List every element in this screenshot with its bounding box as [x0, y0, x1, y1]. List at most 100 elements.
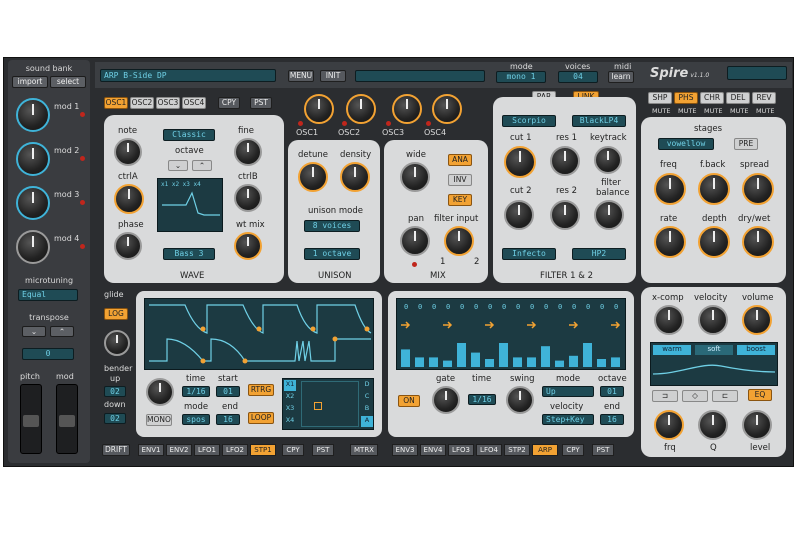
wave-type-display[interactable]: Classic [163, 129, 215, 141]
mode-display[interactable]: mono 1 [496, 71, 546, 83]
arp-octave-display[interactable]: 01 [600, 386, 624, 397]
voices-display[interactable]: 04 [558, 71, 598, 83]
detune-knob[interactable] [298, 162, 328, 192]
mute-phs[interactable]: MUTE [678, 107, 696, 115]
eq-button[interactable]: EQ [748, 389, 772, 401]
cut2-knob[interactable] [504, 200, 534, 230]
gate-knob[interactable] [432, 386, 460, 414]
transpose-down-button[interactable]: ⌄ [22, 326, 46, 337]
filter-balance-knob[interactable] [594, 200, 624, 230]
key-button[interactable]: KEY [448, 194, 472, 206]
mute-chr[interactable]: MUTE [704, 107, 722, 115]
arp-step-arrow[interactable] [401, 321, 411, 329]
res2-knob[interactable] [550, 200, 580, 230]
x4-button[interactable]: X4 [284, 416, 296, 427]
pitch-wheel[interactable] [20, 384, 42, 454]
menu-button[interactable]: MENU [288, 70, 314, 82]
filter2-type-display[interactable]: Infecto [502, 248, 556, 260]
soft-button[interactable]: soft [695, 345, 733, 355]
tab-env1[interactable]: ENV1 [138, 444, 164, 456]
b-button[interactable]: C [361, 392, 373, 403]
swing-knob[interactable] [506, 386, 534, 414]
fine-knob[interactable] [234, 138, 262, 166]
ctrlB-knob[interactable] [234, 184, 262, 212]
arp-step-bar[interactable] [527, 357, 536, 367]
tab-env2[interactable]: ENV2 [166, 444, 192, 456]
tab-lfo3[interactable]: LFO3 [448, 444, 474, 456]
arp-step-bar[interactable] [597, 359, 606, 367]
tab-rev[interactable]: REV [752, 92, 776, 104]
inv-button[interactable]: INV [448, 174, 472, 186]
velocity-knob[interactable] [698, 305, 728, 335]
tab-osc1[interactable]: OSC1 [104, 97, 128, 109]
mod-wheel[interactable] [56, 384, 78, 454]
tab-lfo4[interactable]: LFO4 [476, 444, 502, 456]
volume-knob[interactable] [742, 305, 772, 335]
loop-button[interactable]: LOOP [248, 412, 274, 424]
arp-step-bar[interactable] [611, 357, 620, 367]
tab-osc4[interactable]: OSC4 [182, 97, 206, 109]
arp-step-arrow[interactable] [485, 321, 495, 329]
arp-step-bar[interactable] [485, 359, 494, 367]
bender-up-display[interactable]: 02 [104, 386, 126, 397]
unison-mode-display[interactable]: 8 voices [304, 220, 360, 232]
a-button[interactable]: D [361, 380, 373, 391]
step-rate-knob[interactable] [146, 378, 174, 406]
warm-button[interactable]: warm [653, 345, 691, 355]
arp-step-bar[interactable] [499, 343, 508, 367]
osc-copy-button[interactable]: CPY [218, 97, 240, 109]
tab-env4[interactable]: ENV4 [420, 444, 446, 456]
arp-step-arrow[interactable] [527, 321, 537, 329]
tab-stp2[interactable]: STP2 [504, 444, 530, 456]
step-mode-display[interactable]: spos [182, 414, 210, 425]
arp-velocity-display[interactable]: Step+Key [542, 414, 594, 425]
rtrg-button[interactable]: RTRG [248, 384, 274, 396]
mono-button[interactable]: MONO [146, 414, 172, 426]
arp-step-bar[interactable] [569, 355, 578, 367]
mod2-knob[interactable] [16, 142, 50, 176]
tab-stp1[interactable]: STP1 [250, 444, 276, 456]
wide-knob[interactable] [400, 162, 430, 192]
x3-button[interactable]: X3 [284, 404, 296, 415]
x1-button[interactable]: X1 [284, 380, 296, 391]
osc4-level-knob[interactable] [432, 94, 462, 124]
unison-octave-display[interactable]: 1 octave [304, 248, 360, 260]
boost-button[interactable]: boost [737, 345, 775, 355]
tab-arp[interactable]: ARP [532, 444, 558, 456]
stages-display[interactable]: vowellow [658, 138, 714, 150]
arp-step-bar[interactable] [555, 360, 564, 367]
osc3-level-knob[interactable] [392, 94, 422, 124]
octave-down-button[interactable]: ⌄ [168, 160, 188, 171]
step-paste-button[interactable]: PST [312, 444, 334, 456]
phase-knob[interactable] [114, 232, 142, 260]
cut1-knob[interactable] [504, 146, 536, 178]
eq-lowshelf-button[interactable]: ⊐ [652, 390, 678, 402]
tab-del[interactable]: DEL [726, 92, 750, 104]
osc-paste-button[interactable]: PST [250, 97, 272, 109]
glide-knob[interactable] [104, 330, 130, 356]
mod4-knob[interactable] [16, 230, 50, 264]
arp-step-bar[interactable] [443, 360, 452, 367]
arp-step-arrow[interactable] [443, 321, 453, 329]
step-start-display[interactable]: 01 [216, 386, 240, 397]
fback-knob[interactable] [698, 173, 730, 205]
c-button[interactable]: B [361, 404, 373, 415]
mod3-knob[interactable] [16, 186, 50, 220]
tab-lfo2[interactable]: LFO2 [222, 444, 248, 456]
mute-shp[interactable]: MUTE [652, 107, 670, 115]
eq-peak-button[interactable]: ◇ [682, 390, 708, 402]
depth-knob[interactable] [698, 226, 730, 258]
step-time-display[interactable]: 1/16 [182, 386, 210, 397]
arp-step-bar[interactable] [471, 352, 480, 367]
arp-step-bar[interactable] [541, 346, 550, 367]
res1-knob[interactable] [550, 146, 580, 176]
octave-up-button[interactable]: ⌃ [192, 160, 212, 171]
note-knob[interactable] [114, 138, 142, 166]
select-button[interactable]: select [50, 76, 86, 88]
x2-button[interactable]: X2 [284, 392, 296, 403]
import-button[interactable]: import [12, 76, 48, 88]
mute-rev[interactable]: MUTE [756, 107, 774, 115]
arp-step-bar[interactable] [429, 357, 438, 367]
step-end-display[interactable]: 16 [216, 414, 240, 425]
filter1-type-display[interactable]: Scorpio [502, 115, 556, 127]
